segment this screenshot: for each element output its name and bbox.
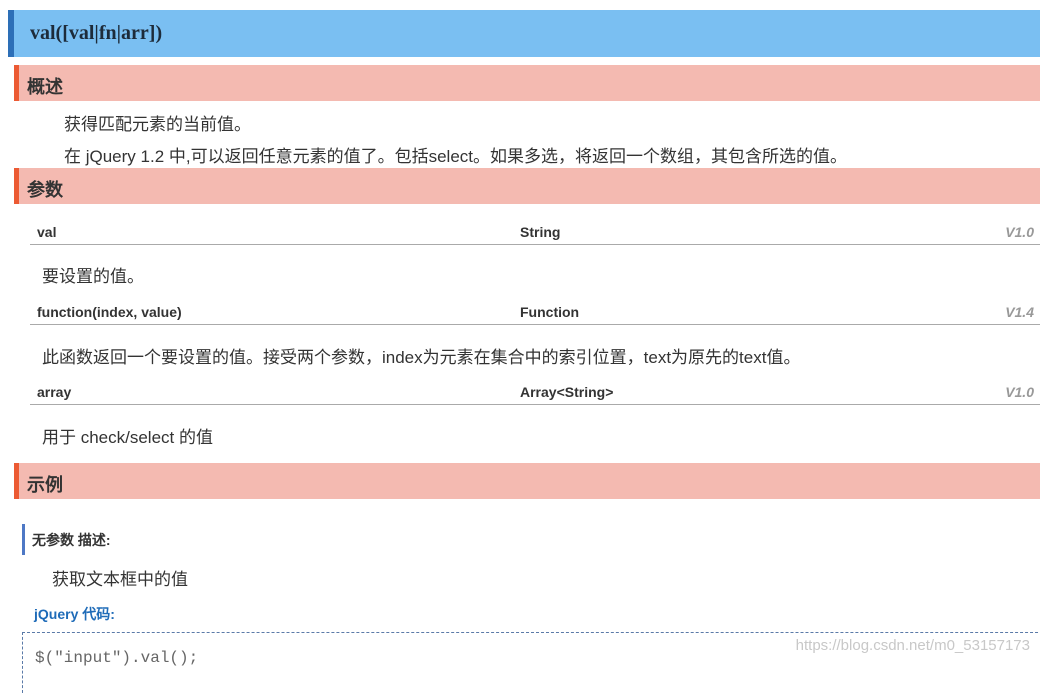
param-type: Function <box>520 304 580 320</box>
code-text: $("input").val(); <box>35 649 199 667</box>
param-desc: 用于 check/select 的值 <box>42 428 213 447</box>
param-name: val <box>37 224 57 240</box>
watermark: https://blog.csdn.net/m0_53157173 <box>795 637 1030 654</box>
overview-line-1: 获得匹配元素的当前值。 <box>64 115 251 134</box>
section-params-title: 参数 <box>27 180 63 200</box>
param-name: function(index, value) <box>37 304 182 320</box>
code-label: jQuery 代码: <box>34 606 115 622</box>
param-version: V1.0 <box>1005 384 1034 400</box>
param-row: array Array<String> V1.0 <box>30 380 1040 405</box>
param-type: Array<String> <box>520 384 614 400</box>
section-examples-title: 示例 <box>27 475 63 495</box>
section-overview: 概述 <box>14 65 1040 101</box>
param-row: val String V1.0 <box>30 220 1040 245</box>
param-name: array <box>37 384 72 400</box>
section-examples: 示例 <box>14 463 1040 499</box>
doc-title: val([val|fn|arr]) <box>30 22 163 44</box>
param-type: String <box>520 224 561 240</box>
section-overview-title: 概述 <box>27 77 63 97</box>
doc-title-bar: val([val|fn|arr]) <box>8 10 1040 57</box>
example-description: 获取文本框中的值 <box>52 570 188 589</box>
param-version: V1.0 <box>1005 224 1034 240</box>
section-params: 参数 <box>14 168 1040 204</box>
example-heading: 无参数 描述: <box>22 524 111 555</box>
param-version: V1.4 <box>1005 304 1034 320</box>
param-desc: 此函数返回一个要设置的值。接受两个参数，index为元素在集合中的索引位置，te… <box>42 348 801 367</box>
param-row: function(index, value) Function V1.4 <box>30 300 1040 325</box>
overview-line-2: 在 jQuery 1.2 中,可以返回任意元素的值了。包括select。如果多选… <box>64 147 848 166</box>
param-desc: 要设置的值。 <box>42 267 144 286</box>
